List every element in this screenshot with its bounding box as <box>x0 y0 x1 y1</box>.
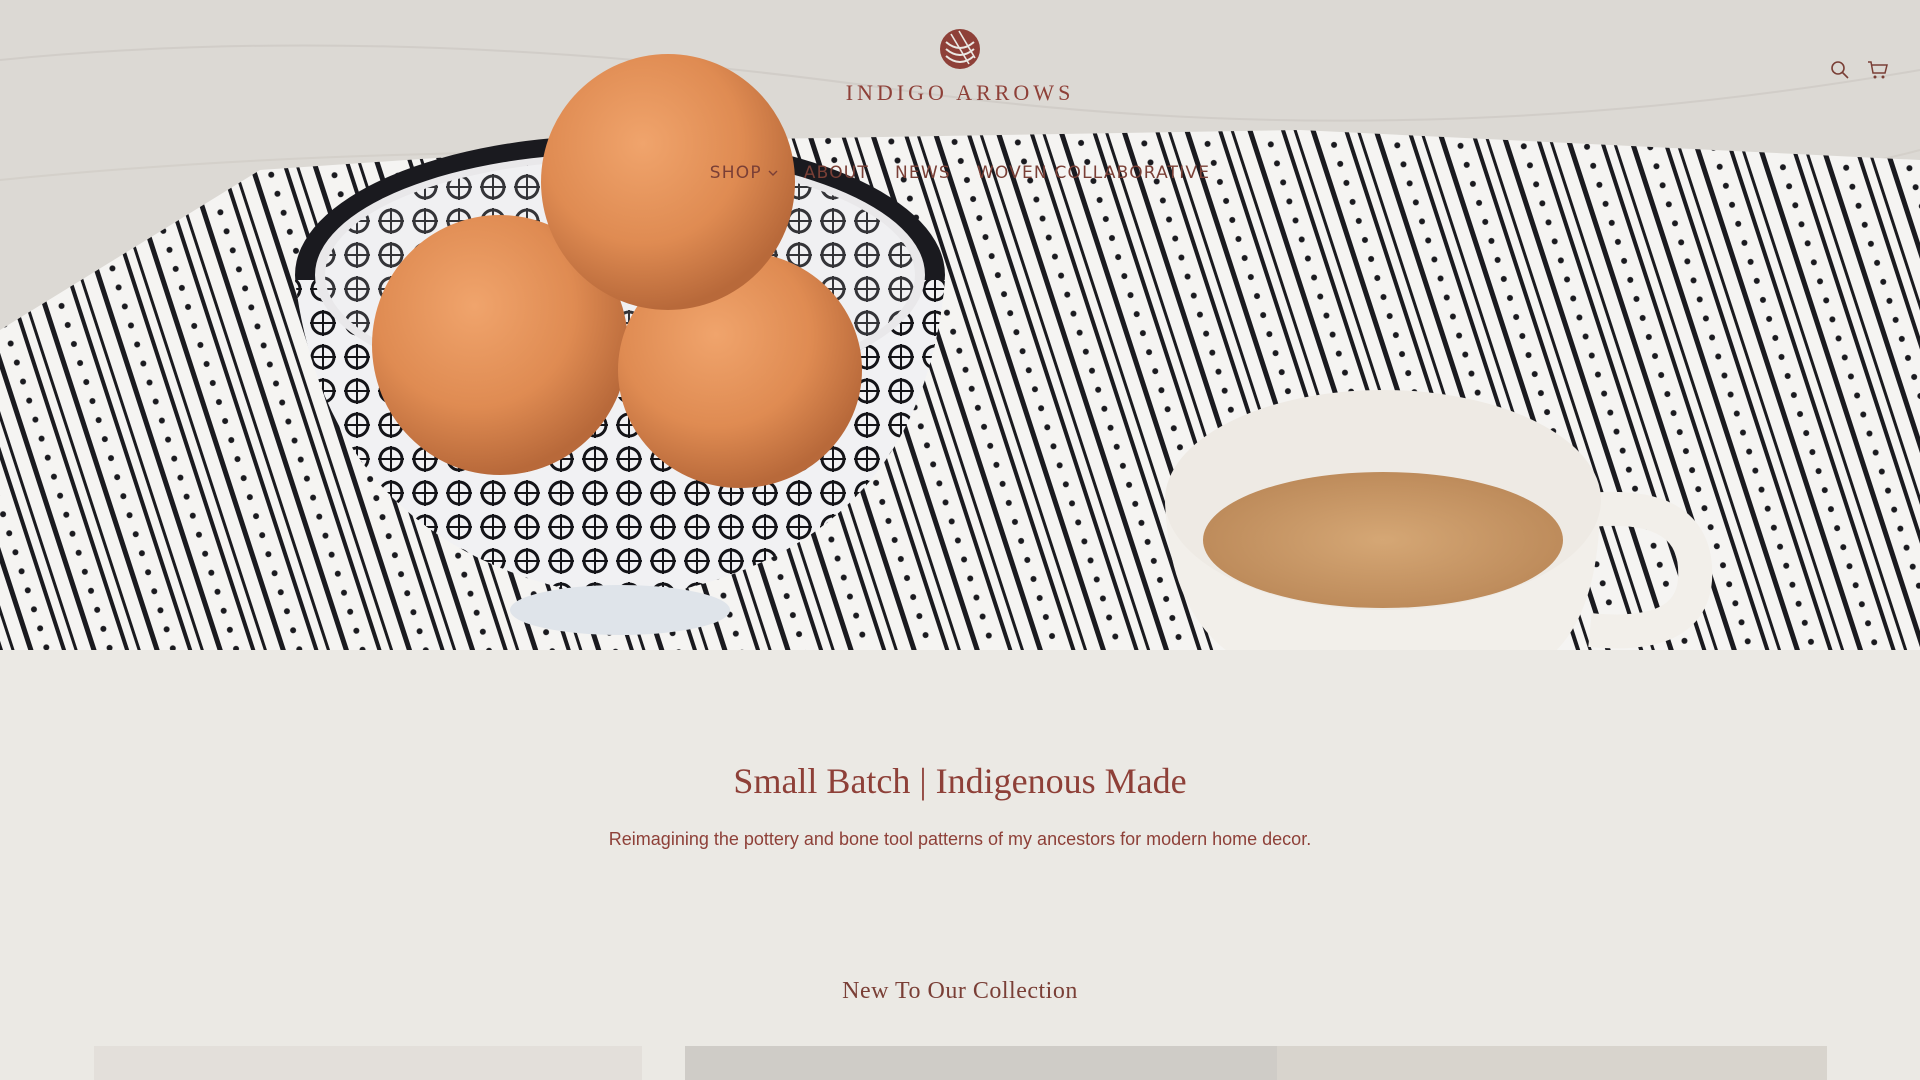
intro-title: Small Batch | Indigenous Made <box>733 761 1187 801</box>
nav-label: SHOP <box>709 163 762 183</box>
search-icon[interactable] <box>1828 58 1852 82</box>
woven-knot-logo-icon <box>940 29 980 69</box>
site-logo[interactable]: INDIGO ARROWS <box>0 28 1920 106</box>
nav-label: NEWS <box>895 163 951 183</box>
product-card[interactable] <box>94 1046 642 1080</box>
header-actions <box>1828 58 1890 82</box>
product-card[interactable] <box>685 1046 1277 1080</box>
intro-subtitle: Reimagining the pottery and bone tool pa… <box>608 829 1312 849</box>
collection-heading: New To Our Collection <box>842 978 1078 1004</box>
nav-item-news[interactable]: NEWS <box>895 163 951 183</box>
product-card[interactable] <box>1277 1046 1827 1080</box>
main-nav: SHOP ABOUT NEWS WOVEN COLLABORATIVE <box>0 163 1920 183</box>
brand-name: INDIGO ARROWS <box>845 80 1075 105</box>
product-grid <box>0 1046 1920 1080</box>
nav-item-woven-collaborative[interactable]: WOVEN COLLABORATIVE <box>977 163 1210 183</box>
cart-icon[interactable] <box>1866 58 1890 82</box>
nav-item-shop[interactable]: SHOP <box>710 163 778 183</box>
chevron-down-icon <box>768 170 778 176</box>
nav-label: ABOUT <box>803 163 869 183</box>
nav-item-about[interactable]: ABOUT <box>804 163 869 183</box>
nav-label: WOVEN COLLABORATIVE <box>976 163 1211 183</box>
